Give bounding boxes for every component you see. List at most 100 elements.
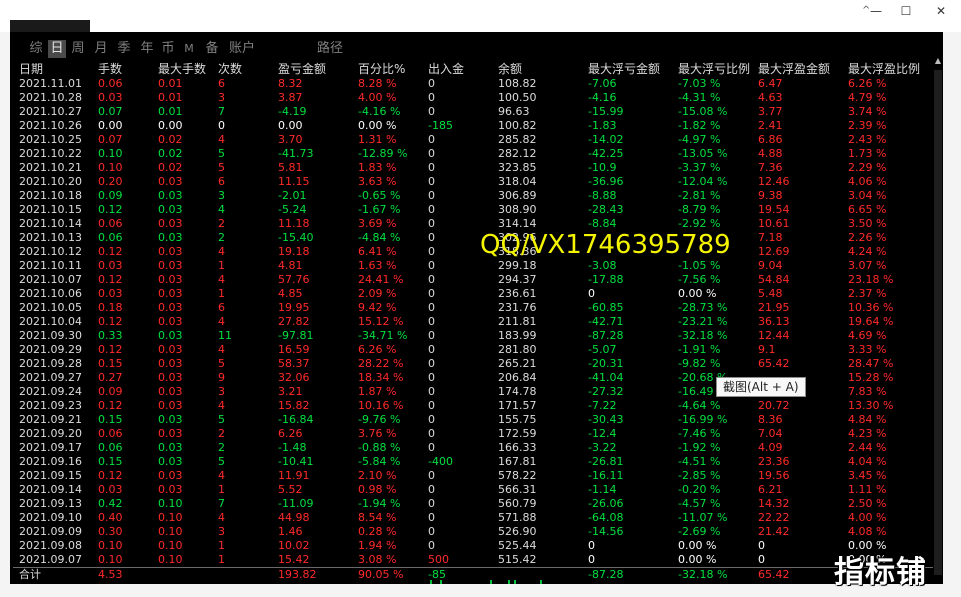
cell-date: 2021.09.23 [19,399,82,412]
table-row[interactable]: 2021.09.16 0.15 0.03 5 -10.41 -5.84 % -400 167.… [13,455,933,469]
cell-lots: 0.06 [98,217,123,230]
table-row[interactable]: 2021.09.21 0.15 0.03 5 -16.84 -9.76 % 0 155.75 -… [13,413,933,427]
minimize-icon[interactable]: — [864,4,888,18]
col-header-max-drawdown[interactable]: 最大浮亏金额 [588,61,660,77]
cell-pnl: 3.21 [278,385,303,398]
table-row[interactable]: 2021.10.28 0.03 0.01 3 3.87 4.00 % 0 100.50 -4.1… [13,91,933,105]
table-row[interactable]: 2021.09.23 0.12 0.03 4 15.82 10.16 % 0 171.57 -7… [13,399,933,413]
table-row[interactable]: 2021.11.01 0.06 0.01 6 8.32 8.28 % 0 108.82 -7.0… [13,77,933,91]
cell-count: 3 [218,91,225,104]
cell-max-profit-pct: 0.00 % [848,539,887,552]
table-row[interactable]: 2021.10.05 0.18 0.03 6 19.95 9.42 % 0 231.76 -60… [13,301,933,315]
tab-currency[interactable]: 币 [159,40,177,58]
cell-lots: 0.12 [98,203,123,216]
cell-date: 2021.09.28 [19,357,82,370]
cell-max-drawdown-pct: -4.57 % [678,497,721,510]
cell-lots: 0.06 [98,231,123,244]
scroll-up-icon[interactable]: ▲ [933,56,943,66]
maximize-icon[interactable]: ☐ [894,4,918,18]
table-row[interactable]: 2021.09.15 0.12 0.03 4 11.91 2.10 % 0 578.22 -16… [13,469,933,483]
cell-percent: -4.16 % [358,105,401,118]
col-header-max-drawdown-pct[interactable]: 最大浮亏比例 [678,61,750,77]
cell-date: 2021.10.12 [19,245,82,258]
cell-max-drawdown: -12.4 [588,427,617,440]
col-header-pnl[interactable]: 盈亏金额 [278,61,326,77]
cell-max-drawdown-pct: -3.37 % [678,161,721,174]
cell-percent: 3.63 % [358,175,397,188]
table-row[interactable]: 2021.10.13 0.06 0.03 2 -15.40 -4.84 % 0 302.96 7… [13,231,933,245]
cell-lots: 0.09 [98,189,123,202]
cell-percent: 10.16 % [358,399,404,412]
col-header-date[interactable]: 日期 [19,61,43,77]
table-row[interactable]: 2021.10.14 0.06 0.03 2 11.18 3.69 % 0 314.14 -8.… [13,217,933,231]
cell-max-drawdown-pct: -7.56 % [678,273,721,286]
tab-weekly[interactable]: 周 [69,40,87,58]
cell-max-drawdown-pct: 0.00 % [678,287,717,300]
cell-pnl: 11.18 [278,217,310,230]
table-row[interactable]: 2021.09.28 0.15 0.03 5 58.37 28.22 % 0 265.21 -2… [13,357,933,371]
table-row[interactable]: 2021.09.30 0.33 0.03 11 -97.81 -34.71 % 0 183.9… [13,329,933,343]
cell-balance: 571.88 [498,511,537,524]
cell-pnl: -1.48 [278,441,307,454]
table-row[interactable]: 2021.09.08 0.10 0.10 1 10.02 1.94 % 0 525.44 0 0.… [13,539,933,553]
table-row[interactable]: 2021.10.26 0.00 0.00 0 0.00 0.00 % -185 100.82 -… [13,119,933,133]
col-header-max-lots[interactable]: 最大手数 [158,61,206,77]
table-row[interactable]: 2021.10.18 0.09 0.03 3 -2.01 -0.65 % 0 306.89 -8… [13,189,933,203]
table-row[interactable]: 2021.09.29 0.12 0.03 4 16.59 6.26 % 0 281.80 -5.… [13,343,933,357]
col-header-max-profit[interactable]: 最大浮盈金额 [758,61,830,77]
tab-monthly[interactable]: 月 [92,40,110,58]
col-header-max-profit-pct[interactable]: 最大浮盈比例 [848,61,920,77]
table-row[interactable]: 2021.10.07 0.12 0.03 4 57.76 24.41 % 0 294.37 -1… [13,273,933,287]
cell-lots: 0.15 [98,357,123,370]
col-header-deposit[interactable]: 出入金 [428,61,464,77]
cell-balance: 183.99 [498,329,537,342]
table-row[interactable]: 2021.10.20 0.20 0.03 6 11.15 3.63 % 0 318.04 -36… [13,175,933,189]
table-row[interactable]: 2021.09.20 0.06 0.03 2 6.26 3.76 % 0 172.59 -12.… [13,427,933,441]
table-row[interactable]: 2021.10.11 0.03 0.03 1 4.81 1.63 % 0 299.18 -3.0… [13,259,933,273]
cell-date: 2021.09.24 [19,385,82,398]
cell-max-profit: 5.48 [758,287,783,300]
tab-notes[interactable]: 备 [203,40,221,58]
table-row[interactable]: 2021.09.13 0.42 0.10 7 -11.09 -1.94 % 0 560.79 -… [13,497,933,511]
cell-pnl: 0.00 [278,119,303,132]
tab-quarterly[interactable]: 季 [115,40,133,58]
cell-max-drawdown-pct: -1.91 % [678,343,721,356]
cell-lots: 0.15 [98,413,123,426]
cell-max-profit: 4.09 [758,441,783,454]
tab-summary[interactable]: 综 [27,40,45,58]
table-row[interactable]: 2021.10.22 0.10 0.02 5 -41.73 -12.89 % 0 282.12… [13,147,933,161]
table-row[interactable]: 2021.10.04 0.12 0.03 4 27.82 15.12 % 0 211.81 -4… [13,315,933,329]
tab-daily[interactable]: 日 [48,40,66,58]
table-row[interactable]: 2021.09.10 0.40 0.10 4 44.98 8.54 % 0 571.88 -64… [13,511,933,525]
col-header-count[interactable]: 次数 [218,61,242,77]
col-header-lots[interactable]: 手数 [98,61,122,77]
tab-yearly[interactable]: 年 [138,40,156,58]
scrollbar[interactable] [934,70,942,575]
cell-max-drawdown: -41.04 [588,371,624,384]
tab-m[interactable]: M [182,40,196,58]
col-header-balance[interactable]: 余额 [498,61,522,77]
table-row[interactable]: 2021.10.25 0.07 0.02 4 3.70 1.31 % 0 285.82 -14.… [13,133,933,147]
table-row[interactable]: 2021.10.15 0.12 0.03 4 -5.24 -1.67 % 0 308.90 -2… [13,203,933,217]
cell-max-profit-pct: 4.00 % [848,511,887,524]
tab-account[interactable]: 账户 [227,40,257,58]
cell-max-profit: 4.88 [758,147,783,160]
cell-count: 1 [218,287,225,300]
cell-date: 2021.11.01 [19,77,82,90]
cell-max-lots: 0.03 [158,217,183,230]
table-row[interactable]: 2021.10.12 0.12 0.03 4 19.18 6.41 % 0 318.36 12.… [13,245,933,259]
close-icon[interactable]: ✕ [929,4,953,18]
table-row[interactable]: 2021.09.09 0.30 0.10 3 1.46 0.28 % 0 526.90 -14.… [13,525,933,539]
col-header-percent[interactable]: 百分比% [358,61,405,77]
tab-path[interactable]: 路径 [315,40,345,58]
table-row[interactable]: 2021.09.17 0.06 0.03 2 -1.48 -0.88 % 0 166.33 -3… [13,441,933,455]
table-row[interactable]: 2021.09.14 0.03 0.03 1 5.52 0.98 % 0 566.31 -1.1… [13,483,933,497]
table-row[interactable]: 2021.10.06 0.03 0.03 1 4.85 2.09 % 0 236.61 0 0.0… [13,287,933,301]
table-row[interactable]: 2021.10.27 0.07 0.01 7 -4.19 -4.16 % 0 96.63 -15… [13,105,933,119]
cell-max-drawdown-pct: -15.08 % [678,105,728,118]
table-row[interactable]: 2021.09.07 0.10 0.10 1 15.42 3.08 % 500 515.42 0… [13,553,933,567]
cell-max-profit-pct: 3.33 % [848,343,887,356]
cell-max-lots: 0.03 [158,399,183,412]
cell-max-drawdown: 0 [588,287,595,300]
table-row[interactable]: 2021.10.21 0.10 0.02 5 5.81 1.83 % 0 323.85 -10.… [13,161,933,175]
